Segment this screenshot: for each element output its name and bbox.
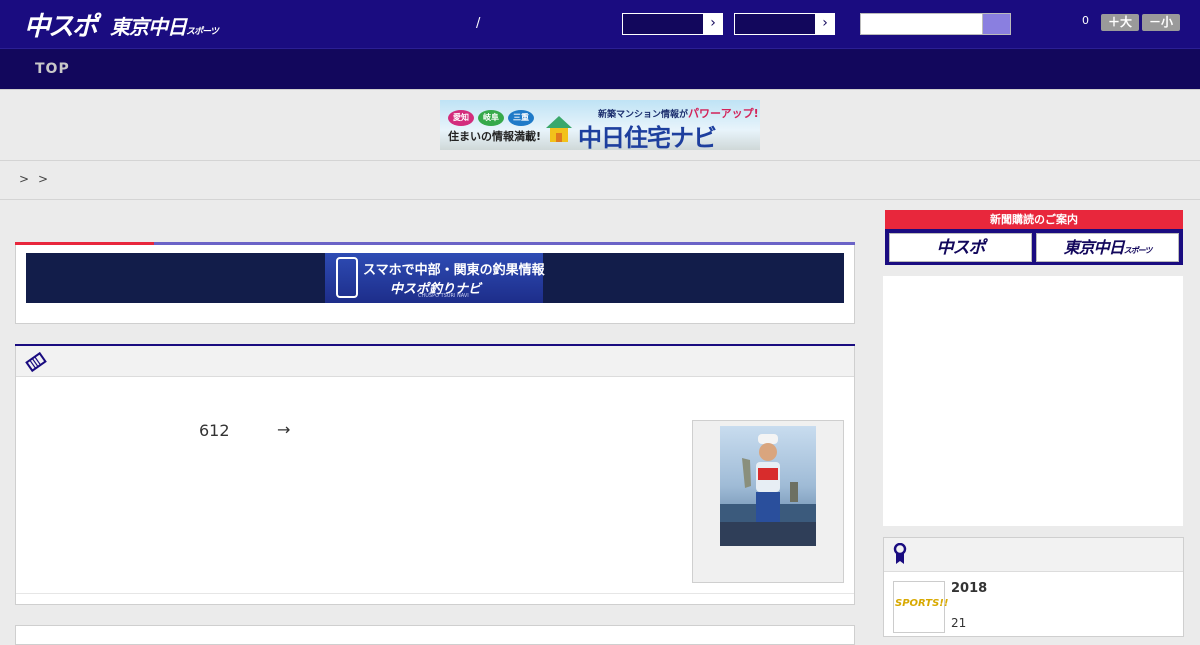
next-content-box [15,625,855,645]
subscribe-tokyo-button[interactable]: 東京中日スポーツ [1036,233,1179,262]
arrow-right-icon: → [277,420,291,439]
nav-item-top[interactable]: TOP [35,61,70,77]
tokyo-logo-text: 東京中日 [110,15,187,39]
category-select-1[interactable] [622,13,704,35]
housing-navi-banner[interactable]: 愛知 岐阜 三重 住まいの情報満載! 新築マンション情報がパワーアップ!! 中日… [440,100,760,150]
banner-bubble-gifu: 岐阜 [478,110,504,126]
smartphone-icon [336,257,358,298]
subscribe-chuspo-button[interactable]: 中スポ [889,233,1032,262]
chuspo-logo[interactable]: 中スポ [24,6,98,43]
category-select-1-go-button[interactable]: › [703,13,723,35]
chevron-right-icon: › [710,15,716,31]
article-photo[interactable] [720,426,816,546]
ranking-item-day: 21 [951,616,967,630]
banner-brand: 中日住宅ナビ [578,124,717,150]
search-input[interactable] [860,13,984,35]
main-nav [0,48,1200,90]
header-slash: / [476,16,481,31]
font-size-down-button[interactable]: －小 [1142,14,1180,31]
chevron-right-icon: › [822,15,828,31]
tsuri-ad-headline: スマホで中部・関東の釣果情報 [363,263,545,278]
category-select-2[interactable] [734,13,816,35]
subscribe-tokyo-small: スポーツ [1123,246,1153,255]
tokyo-chunichi-logo[interactable]: 東京中日スポーツ [110,11,219,40]
banner-subtitle: 住まいの情報満載! [448,130,542,143]
ranking-thumbnail-text: SPORTS!! [895,598,949,609]
category-select-2-go-button[interactable]: › [815,13,835,35]
breadcrumb [0,160,1200,200]
article-divider [16,593,854,594]
sidebar-ad-slot[interactable] [883,276,1183,526]
ranking-item-year[interactable]: 2018 [951,581,987,596]
banner-bubble-mie: 三重 [508,110,534,126]
ranking-box-header [884,538,1183,572]
article-box-header [16,346,854,377]
subscription-heading: 新聞購読のご案内 [885,210,1183,229]
award-ribbon-icon [893,543,907,564]
promo-box-accent-line [15,242,154,245]
banner-bubble-aichi: 愛知 [448,110,474,126]
article-stat-number: 612 [199,421,230,440]
tsuri-ad-brand-romaji: CHUSPO TSURI NAVI [418,293,469,299]
font-size-indicator: 0 [1082,14,1089,27]
house-icon [546,116,572,142]
font-size-up-button[interactable]: ＋大 [1101,14,1139,31]
breadcrumb-separator: > [38,172,49,186]
tokyo-logo-small: スポーツ [186,27,219,37]
ticket-icon [25,351,47,373]
subscribe-tokyo-label: 東京中日 [1063,238,1125,257]
search-button[interactable] [982,13,1011,35]
breadcrumb-separator: > [19,172,30,186]
